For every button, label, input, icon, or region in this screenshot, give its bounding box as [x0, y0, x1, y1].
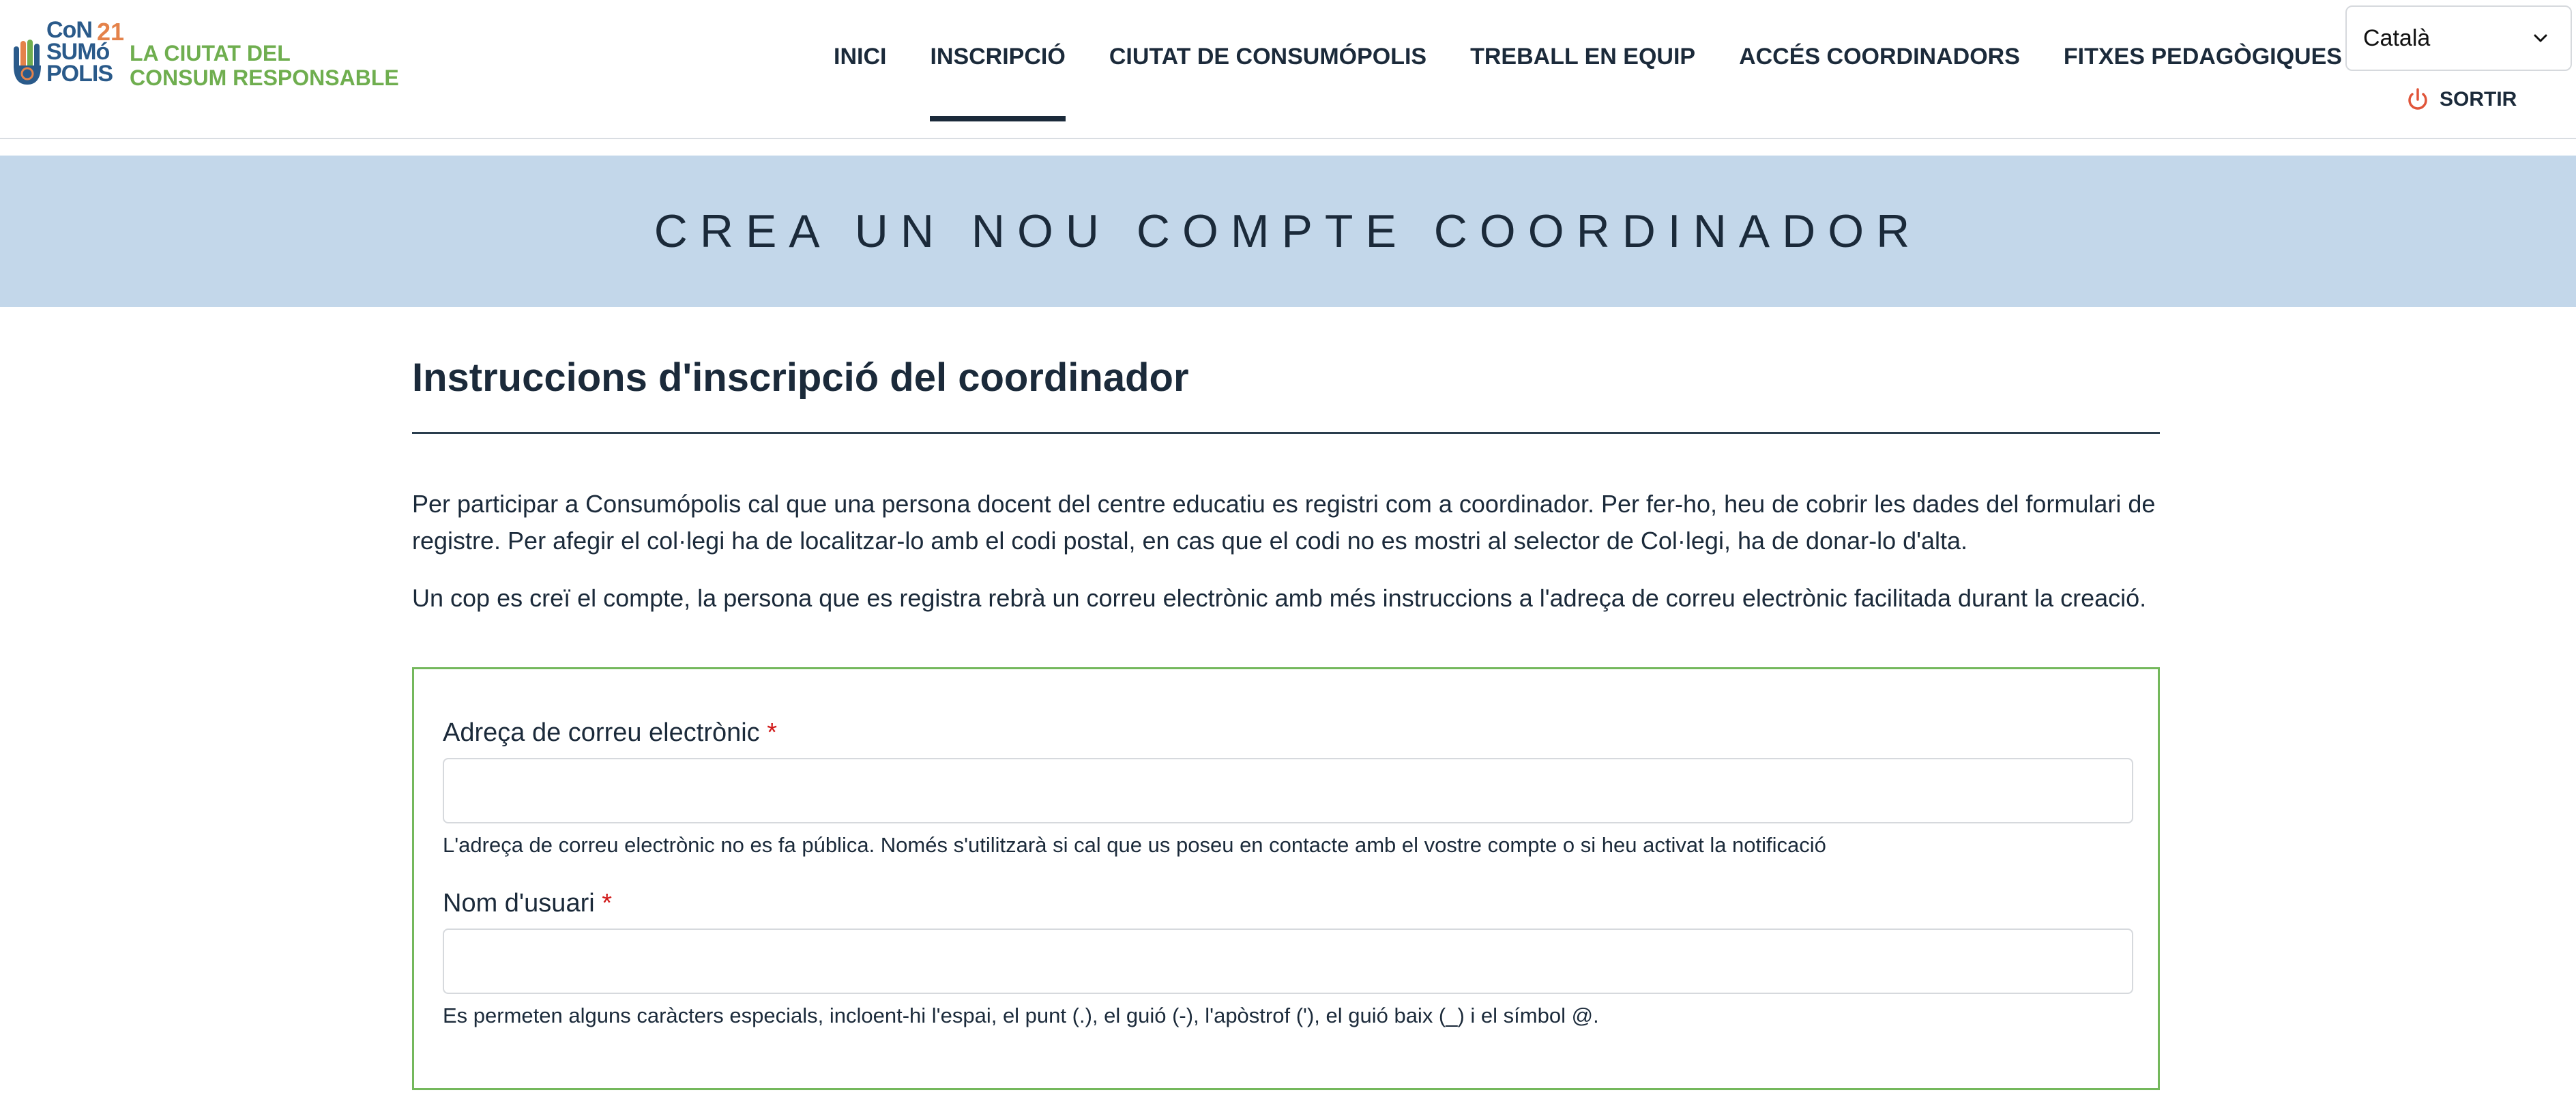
- main-content: Instruccions d'inscripció del coordinado…: [412, 348, 2160, 637]
- nav-item-treball-equip[interactable]: TREBALL EN EQUIP: [1470, 44, 1695, 123]
- nav-item-inici[interactable]: INICI: [834, 44, 886, 123]
- required-marker: *: [602, 889, 613, 918]
- instructions-text: Per participar a Consumópolis cal que un…: [412, 486, 2160, 617]
- instructions-paragraph: Per participar a Consumópolis cal que un…: [412, 490, 2156, 555]
- language-select[interactable]: Català: [2345, 5, 2572, 71]
- power-icon: [2408, 88, 2427, 110]
- hand-icon: [14, 40, 41, 85]
- logout-label: SORTIR: [2440, 88, 2517, 111]
- email-field[interactable]: [443, 758, 2133, 823]
- main-navigation: INICI INSCRIPCIÓ CIUTAT DE CONSUMÓPOLIS …: [834, 44, 2386, 121]
- required-marker: *: [767, 718, 778, 747]
- logo-year: 21: [97, 18, 125, 46]
- site-logo[interactable]: CoN SUMó POLIS 21 LA CIUTAT DEL CONSUM R…: [11, 18, 399, 90]
- registration-form: Adreça de correu electrònic * L'adreça d…: [412, 667, 2160, 1090]
- username-field[interactable]: [443, 928, 2133, 994]
- nav-item-acces-coordinadors[interactable]: ACCÉS COORDINADORS: [1739, 44, 2020, 123]
- nav-item-inscripcio[interactable]: INSCRIPCIÓ: [930, 44, 1066, 123]
- site-header: CoN SUMó POLIS 21 LA CIUTAT DEL CONSUM R…: [0, 0, 2576, 139]
- nav-item-ciutat[interactable]: CIUTAT DE CONSUMÓPOLIS: [1109, 44, 1426, 123]
- instructions-paragraph: Un cop es creï el compte, la persona que…: [412, 584, 2147, 612]
- email-label: Adreça de correu electrònic *: [443, 718, 778, 747]
- chevron-down-icon: [2534, 34, 2547, 42]
- username-help-text: Es permeten alguns caràcters especials, …: [443, 1004, 1599, 1027]
- section-title: Instruccions d'inscripció del coordinado…: [412, 355, 2160, 434]
- username-label: Nom d'usuari *: [443, 889, 613, 918]
- page-title: CREA UN NOU COMPTE COORDINADOR: [654, 205, 1922, 257]
- logout-button[interactable]: SORTIR: [2404, 86, 2517, 113]
- logo-tagline: LA CIUTAT DEL CONSUM RESPONSABLE: [130, 41, 399, 90]
- page-banner: CREA UN NOU COMPTE COORDINADOR: [0, 156, 2576, 307]
- language-selected: Català: [2363, 25, 2431, 51]
- nav-item-fitxes-pedagogiques[interactable]: FITXES PEDAGÒGIQUES: [2064, 44, 2342, 123]
- logo-mark: CoN SUMó POLIS 21: [11, 18, 132, 89]
- email-help-text: L'adreça de correu electrònic no es fa p…: [443, 833, 1826, 857]
